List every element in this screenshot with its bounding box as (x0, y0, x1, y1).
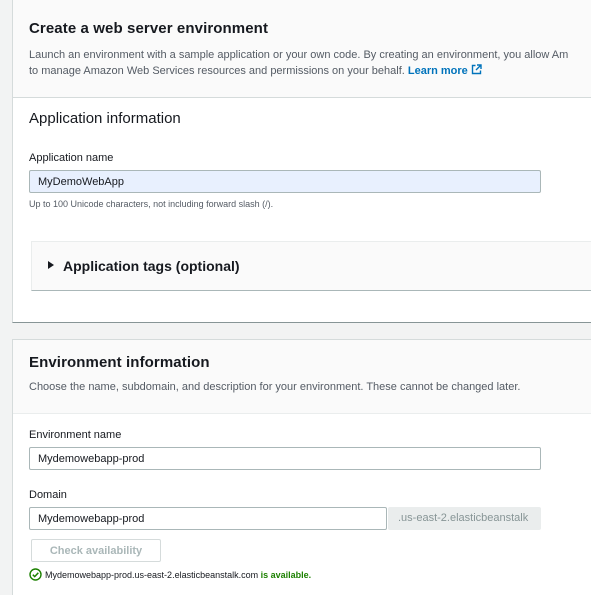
web-server-panel-title: Create a web server environment (29, 20, 269, 37)
domain-input[interactable] (29, 507, 387, 530)
environment-name-label: Environment name (29, 429, 122, 441)
description-line-1: Launch an environment with a sample appl… (29, 49, 569, 61)
status-available-text: is available. (260, 570, 312, 580)
application-tags-label: Application tags (optional) (63, 258, 240, 274)
page: Create a web server environment Launch a… (0, 0, 591, 595)
external-link-icon (471, 64, 482, 80)
description-line-2: to manage Amazon Web Services resources … (29, 63, 591, 80)
success-check-icon (29, 568, 42, 583)
learn-more-label: Learn more (407, 65, 468, 77)
web-server-panel-description: Launch an environment with a sample appl… (29, 47, 591, 80)
application-tags-expander[interactable]: Application tags (optional) (31, 241, 591, 291)
application-info-heading: Application information (29, 110, 181, 127)
domain-suffix: .us-east-2.elasticbeanstalk (388, 507, 541, 530)
web-server-panel-header: Create a web server environment Launch a… (13, 0, 591, 97)
application-name-input[interactable] (29, 170, 541, 193)
caret-right-icon (48, 261, 54, 269)
description-line-2-text: to manage Amazon Web Services resources … (29, 65, 405, 77)
application-info-panel: Application information Application name… (12, 97, 591, 323)
environment-name-input[interactable] (29, 447, 541, 470)
check-availability-button[interactable]: Check availability (31, 539, 161, 562)
environment-info-panel: Environment information Choose the name,… (12, 339, 591, 595)
learn-more-link[interactable]: Learn more (407, 64, 482, 80)
domain-label: Domain (29, 489, 67, 501)
environment-info-description: Choose the name, subdomain, and descript… (29, 381, 521, 393)
environment-info-title: Environment information (29, 354, 210, 371)
availability-status: Mydemowebapp-prod.us-east-2.elasticbeans… (29, 568, 311, 583)
application-name-hint: Up to 100 Unicode characters, not includ… (29, 199, 274, 209)
environment-info-header: Environment information Choose the name,… (13, 340, 591, 414)
status-domain: Mydemowebapp-prod.us-east-2.elasticbeans… (45, 570, 259, 580)
web-server-panel: Create a web server environment Launch a… (12, 0, 591, 97)
application-name-label: Application name (29, 152, 114, 164)
